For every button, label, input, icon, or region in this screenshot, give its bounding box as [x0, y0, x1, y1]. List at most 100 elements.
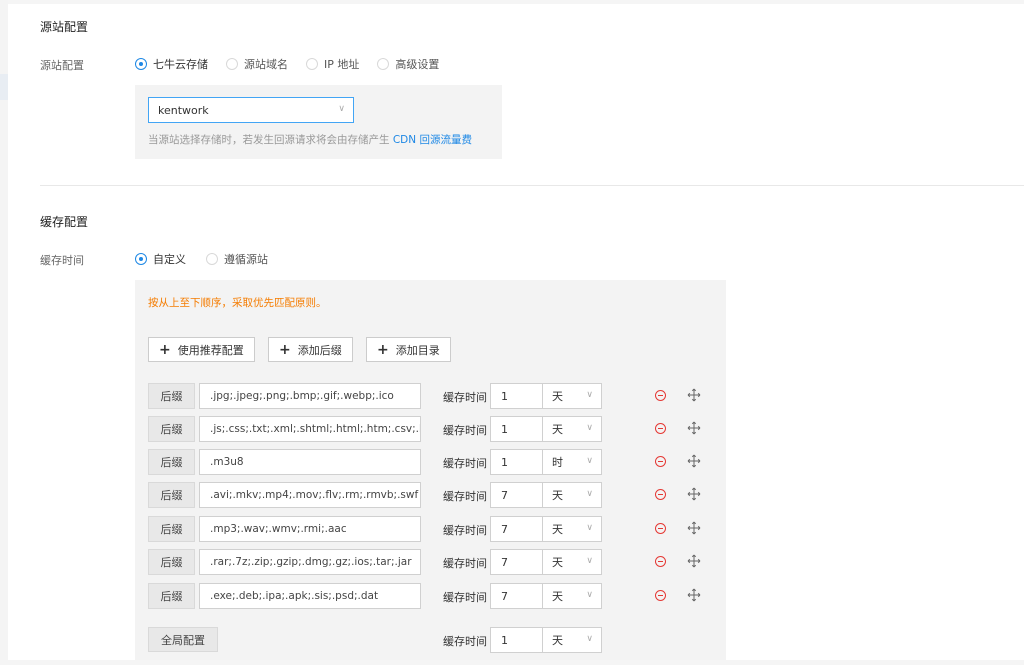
chevron-down-icon: ∨: [586, 523, 593, 533]
drag-move-icon[interactable]: [687, 554, 701, 568]
rule-pattern-input[interactable]: .js;.css;.txt;.xml;.shtml;.html;.htm;.cs…: [199, 416, 421, 442]
add-suffix-button[interactable]: + 添加后缀: [268, 337, 353, 362]
cache-priority-note: 按从上至下顺序，采取优先匹配原则。: [148, 297, 327, 309]
cache-rule-row: 后缀 .mp3;.wav;.wmv;.rmi;.aac 缓存时间 7 天 ∨: [148, 516, 708, 542]
cache-radio-follow[interactable]: 遵循源站: [206, 251, 268, 267]
add-directory-button[interactable]: + 添加目录: [366, 337, 451, 362]
origin-hint-text: 当源站选择存储时，若发生回源请求将会由存储产生: [148, 134, 390, 146]
chevron-down-icon: ∨: [586, 489, 593, 499]
rule-time-value-input[interactable]: 7: [490, 482, 543, 508]
origin-radio-advanced[interactable]: 高级设置: [377, 56, 439, 72]
remove-rule-icon[interactable]: [655, 390, 666, 401]
origin-option-label: IP 地址: [324, 58, 360, 71]
drag-move-icon[interactable]: [687, 588, 701, 602]
rule-time-unit-select[interactable]: 天 ∨: [542, 482, 602, 508]
bucket-select[interactable]: kentwork ∨: [148, 97, 354, 123]
origin-radio-group: 七牛云存储 源站域名 IP 地址 高级设置: [135, 56, 455, 72]
rule-time-value-input[interactable]: 1: [490, 449, 543, 475]
chevron-down-icon: ∨: [586, 456, 593, 466]
drag-move-icon[interactable]: [687, 487, 701, 501]
unit-value: 天: [552, 556, 563, 569]
origin-hint-fee-link[interactable]: 回源流量费: [419, 134, 472, 146]
origin-radio-domain[interactable]: 源站域名: [226, 56, 288, 72]
unit-value: 天: [552, 634, 563, 647]
rule-time-label: 缓存时间: [443, 524, 487, 537]
drag-move-icon[interactable]: [687, 454, 701, 468]
global-time-unit-select[interactable]: 天 ∨: [542, 627, 602, 653]
rule-pattern-input[interactable]: .m3u8: [199, 449, 421, 475]
remove-rule-icon[interactable]: [655, 590, 666, 601]
cache-option-label: 遵循源站: [224, 253, 268, 266]
global-time-value-input[interactable]: 1: [490, 627, 543, 653]
left-rail: [0, 0, 8, 665]
rule-time-unit-select[interactable]: 天 ∨: [542, 549, 602, 575]
rule-time-label: 缓存时间: [443, 391, 487, 404]
cache-radio-custom[interactable]: 自定义: [135, 251, 186, 267]
remove-rule-icon[interactable]: [655, 556, 666, 567]
plus-icon: +: [279, 341, 291, 358]
button-label: 使用推荐配置: [177, 343, 244, 357]
rule-time-unit-select[interactable]: 天 ∨: [542, 516, 602, 542]
cache-option-label: 自定义: [153, 253, 186, 266]
rule-time-unit-select[interactable]: 天 ∨: [542, 416, 602, 442]
rule-type-tag: 后缀: [148, 583, 195, 609]
rule-time-label: 缓存时间: [443, 490, 487, 503]
rule-time-value-input[interactable]: 7: [490, 516, 543, 542]
unit-value: 天: [552, 590, 563, 603]
remove-rule-icon[interactable]: [655, 456, 666, 467]
unit-value: 天: [552, 489, 563, 502]
section-divider: [40, 185, 1024, 186]
rule-time-unit-select[interactable]: 时 ∨: [542, 449, 602, 475]
button-label: 添加后缀: [297, 343, 342, 357]
rule-time-value-input[interactable]: 7: [490, 583, 543, 609]
chevron-down-icon: ∨: [586, 590, 593, 600]
rule-pattern-input[interactable]: .avi;.mkv;.mp4;.mov;.flv;.rm;.rmvb;.swf: [199, 482, 421, 508]
rule-type-tag: 后缀: [148, 449, 195, 475]
rule-type-tag: 后缀: [148, 383, 195, 409]
cache-radio-group: 自定义 遵循源站: [135, 251, 284, 267]
rule-time-value-input[interactable]: 1: [490, 416, 543, 442]
cache-rule-row: 后缀 .js;.css;.txt;.xml;.shtml;.html;.htm;…: [148, 416, 708, 442]
radio-icon: [377, 58, 390, 70]
origin-radio-ip[interactable]: IP 地址: [306, 56, 359, 72]
origin-section-title: 源站配置: [40, 20, 89, 34]
global-cache-row: 缓存时间 1 天 ∨: [148, 627, 708, 653]
plus-icon: +: [377, 341, 389, 358]
chevron-down-icon: ∨: [338, 104, 345, 114]
radio-icon: [206, 253, 218, 265]
origin-option-label: 高级设置: [395, 58, 440, 71]
origin-hint-cdn: CDN: [392, 134, 417, 146]
rule-pattern-input[interactable]: .exe;.deb;.ipa;.apk;.sis;.psd;.dat: [199, 583, 421, 609]
rule-time-unit-select[interactable]: 天 ∨: [542, 583, 602, 609]
unit-value: 天: [552, 523, 563, 536]
rule-pattern-input[interactable]: .jpg;.jpeg;.png;.bmp;.gif;.webp;.ico: [199, 383, 421, 409]
rule-time-label: 缓存时间: [443, 557, 487, 570]
cache-rule-row: 后缀 .jpg;.jpeg;.png;.bmp;.gif;.webp;.ico …: [148, 383, 708, 409]
rule-pattern-input[interactable]: .mp3;.wav;.wmv;.rmi;.aac: [199, 516, 421, 542]
rule-time-value-input[interactable]: 1: [490, 383, 543, 409]
rule-time-unit-select[interactable]: 天 ∨: [542, 383, 602, 409]
plus-icon: +: [159, 341, 171, 358]
remove-rule-icon[interactable]: [655, 423, 666, 434]
button-label: 添加目录: [395, 343, 440, 357]
cache-rule-row: 后缀 .rar;.7z;.zip;.gzip;.dmg;.gz;.ios;.ta…: [148, 549, 708, 575]
unit-value: 天: [552, 390, 563, 403]
rule-type-tag: 后缀: [148, 482, 195, 508]
origin-option-label: 七牛云存储: [153, 58, 208, 71]
use-recommended-button[interactable]: + 使用推荐配置: [148, 337, 255, 362]
origin-radio-qiniu[interactable]: 七牛云存储: [135, 56, 208, 72]
remove-rule-icon[interactable]: [655, 489, 666, 500]
radio-checked-icon: [135, 58, 147, 70]
rule-time-value-input[interactable]: 7: [490, 549, 543, 575]
unit-value: 天: [552, 423, 563, 436]
radio-checked-icon: [135, 253, 147, 265]
remove-rule-icon[interactable]: [655, 523, 666, 534]
rule-pattern-input[interactable]: .rar;.7z;.zip;.gzip;.dmg;.gz;.ios;.tar;.…: [199, 549, 421, 575]
drag-move-icon[interactable]: [687, 521, 701, 535]
cache-rule-row: 后缀 .avi;.mkv;.mp4;.mov;.flv;.rm;.rmvb;.s…: [148, 482, 708, 508]
left-rail-highlight: [0, 74, 8, 100]
drag-move-icon[interactable]: [687, 421, 701, 435]
rule-time-label: 缓存时间: [443, 457, 487, 470]
drag-move-icon[interactable]: [687, 388, 701, 402]
radio-icon: [306, 58, 318, 70]
